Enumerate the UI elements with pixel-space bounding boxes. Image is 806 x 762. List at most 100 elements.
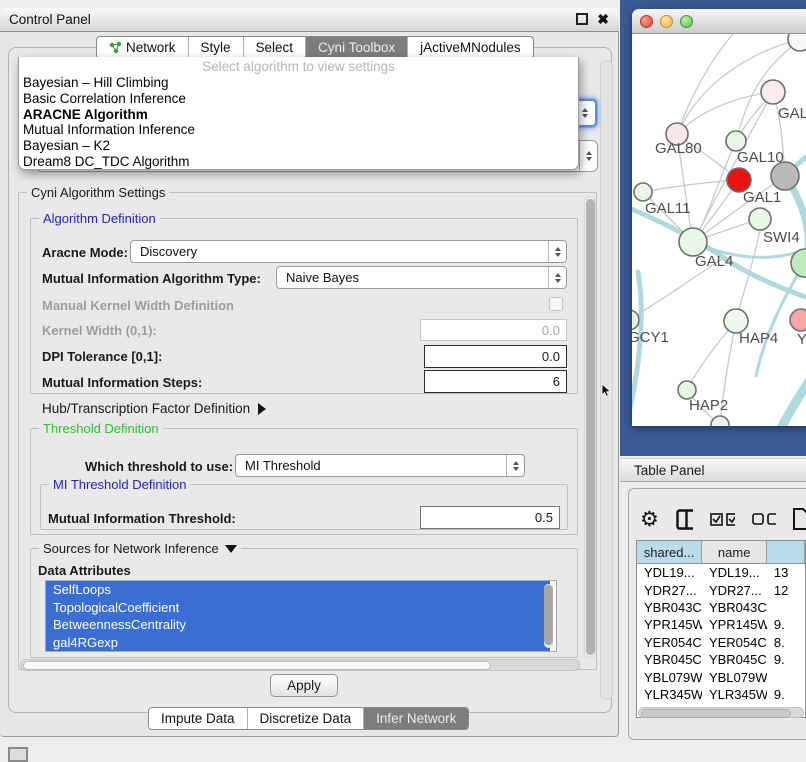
panel-scrollbar-track[interactable] [600, 60, 613, 700]
table-row[interactable]: YBR043CYBR043C [637, 599, 805, 616]
close-light-icon[interactable] [640, 15, 653, 28]
tab-network[interactable]: Network [97, 37, 188, 58]
table-cell[interactable]: 12 [767, 581, 805, 598]
algorithm-option-bayesian-hill-climbing[interactable]: Bayesian – Hill Climbing [23, 75, 578, 91]
table-cell[interactable]: YBR043C [637, 599, 702, 616]
network-node-y[interactable] [790, 309, 806, 331]
table-cell[interactable]: 9. [767, 686, 805, 703]
dock-panel-icon[interactable] [8, 747, 28, 762]
attribute-item-selfloops[interactable]: SelfLoops [46, 581, 550, 599]
table-cell[interactable]: YBL079W [702, 668, 767, 685]
settings-hscrollbar-track[interactable] [20, 659, 580, 671]
table-row[interactable]: YDR27...YDR27...12 [637, 581, 805, 598]
algorithm-option-bayesian-k2[interactable]: Bayesian – K2 [23, 138, 578, 154]
table-cell[interactable]: YLR345W [702, 686, 767, 703]
column-header-name[interactable]: name [702, 541, 767, 563]
table-cell[interactable]: YBR043C [702, 599, 767, 616]
network-window-titlebar[interactable] [632, 9, 806, 34]
table-cell[interactable]: YDR27... [702, 581, 767, 598]
attribute-item-gal4rgexp[interactable]: gal4RGexp [46, 634, 550, 652]
hub-definition-expander[interactable]: Hub/Transcription Factor Definition [42, 401, 266, 416]
network-node[interactable] [771, 162, 799, 190]
apply-button[interactable]: Apply [270, 674, 338, 697]
table-row[interactable]: YLR345WYLR345W9. [637, 686, 805, 703]
network-node-swi4[interactable] [749, 208, 771, 230]
bottom-tab-infer-network[interactable]: Infer Network [363, 708, 468, 729]
algorithm-option-dream8-dc-tdc-algorithm[interactable]: Dream8 DC_TDC Algorithm [23, 154, 578, 170]
table-cell[interactable]: YPR145W [702, 616, 767, 633]
dpi-tolerance-field[interactable]: 0.0 [424, 345, 567, 368]
node-attribute-table[interactable]: shared...name YDL19...YDL19...13YDR27...… [636, 540, 806, 718]
table-row[interactable]: YDL19...YDL19...13 [637, 564, 805, 581]
mi-steps-field[interactable]: 6 [424, 370, 567, 393]
table-cell[interactable]: 9. [767, 616, 805, 633]
table-hscrollbar-thumb[interactable] [641, 709, 791, 718]
table-row[interactable]: YBL079WYBL079W [637, 668, 805, 685]
table-cell[interactable]: YDL19... [702, 564, 767, 581]
network-node-gal11[interactable] [634, 183, 652, 201]
tab-jactivemnodules[interactable]: jActiveMNodules [407, 37, 533, 58]
network-node-gal[interactable] [761, 80, 785, 104]
attribute-item-topologicalcoefficient[interactable]: TopologicalCoefficient [46, 599, 550, 617]
column-header-shared[interactable]: shared... [637, 541, 702, 563]
minimize-light-icon[interactable] [660, 15, 673, 28]
settings-hscrollbar-thumb[interactable] [23, 661, 491, 670]
network-node-gcy1[interactable] [632, 310, 639, 330]
close-window-icon[interactable]: ✖ [597, 12, 609, 26]
table-cell[interactable]: 9. [767, 651, 805, 668]
bottom-tab-discretize-data[interactable]: Discretize Data [247, 708, 364, 729]
algorithm-option-aracne-algorithm[interactable]: ARACNE Algorithm [23, 107, 578, 123]
bottom-tab-impute-data[interactable]: Impute Data [149, 708, 247, 729]
mi-algorithm-type-combo[interactable]: Naive Bayes [276, 266, 567, 289]
table-row[interactable]: YBR045CYBR045C9. [637, 651, 805, 668]
table-cell[interactable]: YLR345W [637, 686, 702, 703]
network-node-gal10[interactable] [726, 131, 746, 151]
kernel-width-field[interactable]: 0.0 [420, 319, 567, 341]
algorithm-option-mutual-information-inference[interactable]: Mutual Information Inference [23, 122, 578, 138]
sources-legend[interactable]: Sources for Network Inference [39, 541, 241, 556]
network-edge[interactable] [781, 364, 806, 426]
table-cell[interactable]: YER054C [637, 634, 702, 651]
column-header-clipped[interactable] [767, 541, 805, 563]
tab-cyni-toolbox[interactable]: Cyni Toolbox [305, 37, 407, 58]
network-node[interactable] [711, 416, 729, 426]
float-window-icon[interactable] [576, 13, 588, 25]
table-cell[interactable]: YDL19... [637, 564, 702, 581]
unchecked-boxes-icon[interactable] [752, 512, 775, 526]
algorithm-option-basic-correlation-inference[interactable]: Basic Correlation Inference [23, 91, 578, 107]
settings-scrollbar-thumb[interactable] [586, 199, 595, 655]
manual-kernel-width-checkbox[interactable] [549, 297, 563, 311]
network-canvas[interactable]: GALGAL80GAL10GAL1GAL11GAL4SWI4GCY1HAP4YH… [632, 34, 806, 426]
settings-scrollbar-track[interactable] [584, 196, 596, 658]
table-cell[interactable] [767, 599, 805, 616]
table-cell[interactable]: YER054C [702, 634, 767, 651]
table-cell[interactable]: 8. [767, 634, 805, 651]
tab-select[interactable]: Select [243, 37, 306, 58]
table-cell[interactable]: YBR045C [637, 651, 702, 668]
tab-style[interactable]: Style [188, 37, 243, 58]
table-cell[interactable]: YPR145W [637, 616, 702, 633]
gear-icon[interactable]: ⚙ [640, 509, 659, 530]
page-icon[interactable] [793, 508, 806, 530]
table-cell[interactable]: 13 [767, 564, 805, 581]
table-cell[interactable]: YBR045C [702, 651, 767, 668]
network-edge[interactable] [632, 272, 641, 426]
attributes-scrollbar-track[interactable] [544, 584, 553, 648]
table-cell[interactable] [767, 668, 805, 685]
aracne-mode-combo[interactable]: Discovery [130, 240, 567, 263]
zoom-light-icon[interactable] [680, 15, 693, 28]
which-threshold-combo[interactable]: MI Threshold [235, 454, 525, 477]
network-graph[interactable]: GALGAL80GAL10GAL1GAL11GAL4SWI4GCY1HAP4YH… [632, 34, 806, 426]
table-hscrollbar-track[interactable] [638, 707, 804, 718]
split-columns-icon[interactable] [676, 509, 694, 530]
table-row[interactable]: YER054CYER054C8. [637, 634, 805, 651]
data-attributes-list[interactable]: SelfLoopsTopologicalCoefficientBetweenne… [45, 580, 557, 652]
network-node[interactable] [788, 34, 806, 51]
combo-arrows-icon[interactable] [579, 141, 597, 171]
table-cell[interactable]: YBL079W [637, 668, 702, 685]
network-node-gal4[interactable] [679, 228, 707, 256]
attribute-item-betweennesscentrality[interactable]: BetweennessCentrality [46, 616, 550, 634]
mi-threshold-field[interactable]: 0.5 [420, 506, 560, 529]
network-view-window[interactable]: GALGAL80GAL10GAL1GAL11GAL4SWI4GCY1HAP4YH… [632, 9, 806, 426]
table-row[interactable]: YPR145WYPR145W9. [637, 616, 805, 633]
